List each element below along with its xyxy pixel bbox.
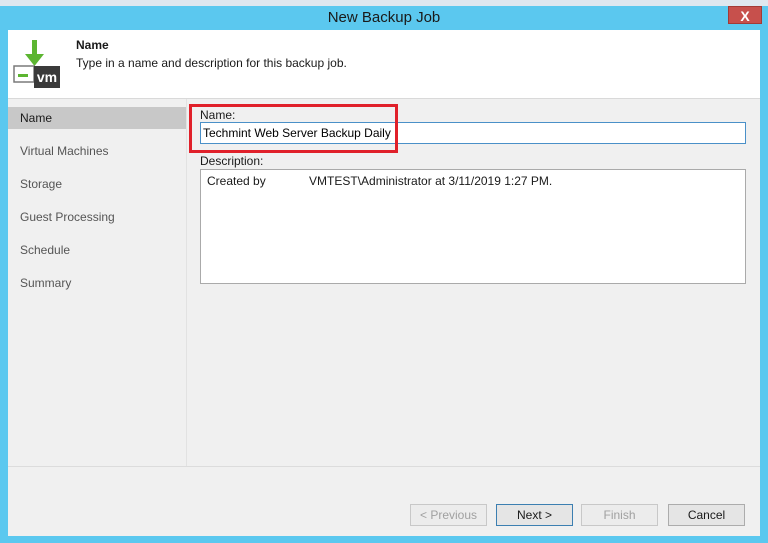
dialog-client: vm Name Type in a name and description f…: [8, 30, 760, 536]
job-name-input[interactable]: [200, 122, 746, 144]
vm-backup-logo-icon: vm: [13, 40, 60, 88]
header-description: Type in a name and description for this …: [76, 56, 347, 70]
previous-button[interactable]: < Previous: [410, 504, 487, 526]
nav-item-storage[interactable]: Storage: [8, 173, 186, 195]
header-title: Name: [76, 38, 109, 52]
title-bar: New Backup Job X: [0, 6, 768, 30]
nav-item-guest-processing[interactable]: Guest Processing: [8, 206, 186, 228]
wizard-header: vm Name Type in a name and description f…: [8, 30, 760, 99]
finish-button[interactable]: Finish: [581, 504, 658, 526]
description-textarea[interactable]: Created by VMTEST\Administrator at 3/11/…: [200, 169, 746, 284]
nav-item-summary[interactable]: Summary: [8, 272, 186, 294]
description-label: Description:: [200, 154, 264, 168]
name-label: Name:: [200, 108, 236, 122]
wizard-footer: < Previous Next > Finish Cancel: [8, 466, 760, 536]
wizard-steps-nav: Name Virtual Machines Storage Guest Proc…: [8, 99, 187, 466]
nav-item-virtual-machines[interactable]: Virtual Machines: [8, 140, 186, 162]
cancel-button[interactable]: Cancel: [668, 504, 745, 526]
close-button[interactable]: X: [728, 6, 762, 24]
main-panel: Name: Description: Created by VMTEST\Adm…: [187, 99, 760, 466]
logo-text: vm: [37, 69, 57, 85]
nav-item-schedule[interactable]: Schedule: [8, 239, 186, 261]
nav-item-name[interactable]: Name: [8, 107, 186, 129]
next-button[interactable]: Next >: [496, 504, 573, 526]
window-title: New Backup Job: [327, 9, 441, 26]
